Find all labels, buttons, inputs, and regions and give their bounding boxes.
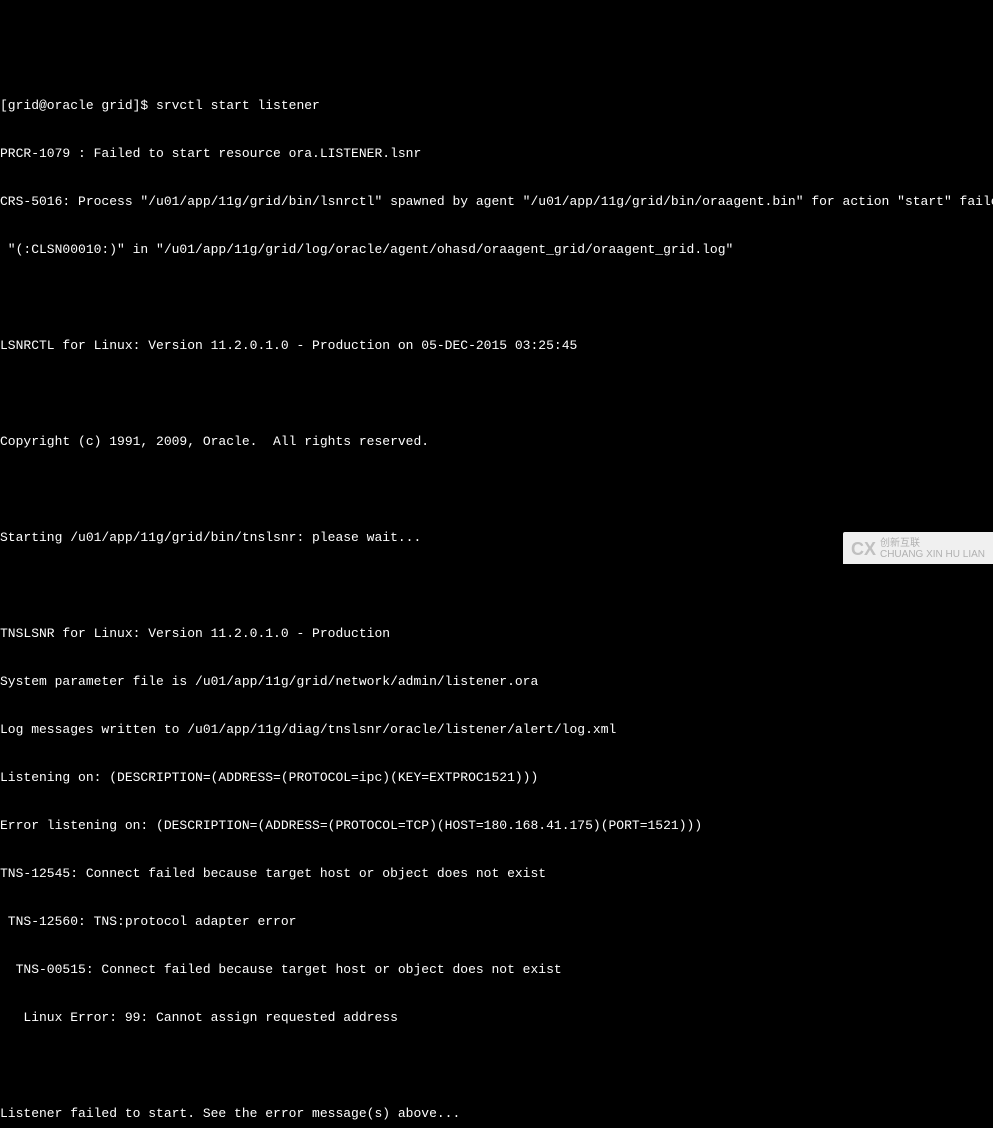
terminal-output[interactable]: [grid@oracle grid]$ srvctl start listene… [0,64,993,1128]
terminal-line: TNS-00515: Connect failed because target… [0,962,993,978]
terminal-line: LSNRCTL for Linux: Version 11.2.0.1.0 - … [0,338,993,354]
terminal-line [0,386,993,402]
terminal-line: "(:CLSN00010:)" in "/u01/app/11g/grid/lo… [0,242,993,258]
terminal-line: TNS-12560: TNS:protocol adapter error [0,914,993,930]
terminal-line: Error listening on: (DESCRIPTION=(ADDRES… [0,818,993,834]
terminal-line [0,1058,993,1074]
terminal-line: TNSLSNR for Linux: Version 11.2.0.1.0 - … [0,626,993,642]
terminal-line [0,578,993,594]
terminal-line: Listening on: (DESCRIPTION=(ADDRESS=(PRO… [0,770,993,786]
terminal-line [0,290,993,306]
watermark-logo-icon: CX [851,540,876,558]
terminal-line: TNS-12545: Connect failed because target… [0,866,993,882]
terminal-line: Listener failed to start. See the error … [0,1106,993,1122]
terminal-line: Linux Error: 99: Cannot assign requested… [0,1010,993,1026]
watermark-text-cn: 创新互联 [880,538,985,549]
terminal-line: PRCR-1079 : Failed to start resource ora… [0,146,993,162]
terminal-line: Copyright (c) 1991, 2009, Oracle. All ri… [0,434,993,450]
watermark-text-en: CHUANG XIN HU LIAN [880,549,985,560]
terminal-line: System parameter file is /u01/app/11g/gr… [0,674,993,690]
terminal-line [0,482,993,498]
terminal-line: Log messages written to /u01/app/11g/dia… [0,722,993,738]
terminal-line: CRS-5016: Process "/u01/app/11g/grid/bin… [0,194,993,210]
terminal-line: [grid@oracle grid]$ srvctl start listene… [0,98,993,114]
watermark-badge: CX 创新互联 CHUANG XIN HU LIAN [843,532,993,564]
